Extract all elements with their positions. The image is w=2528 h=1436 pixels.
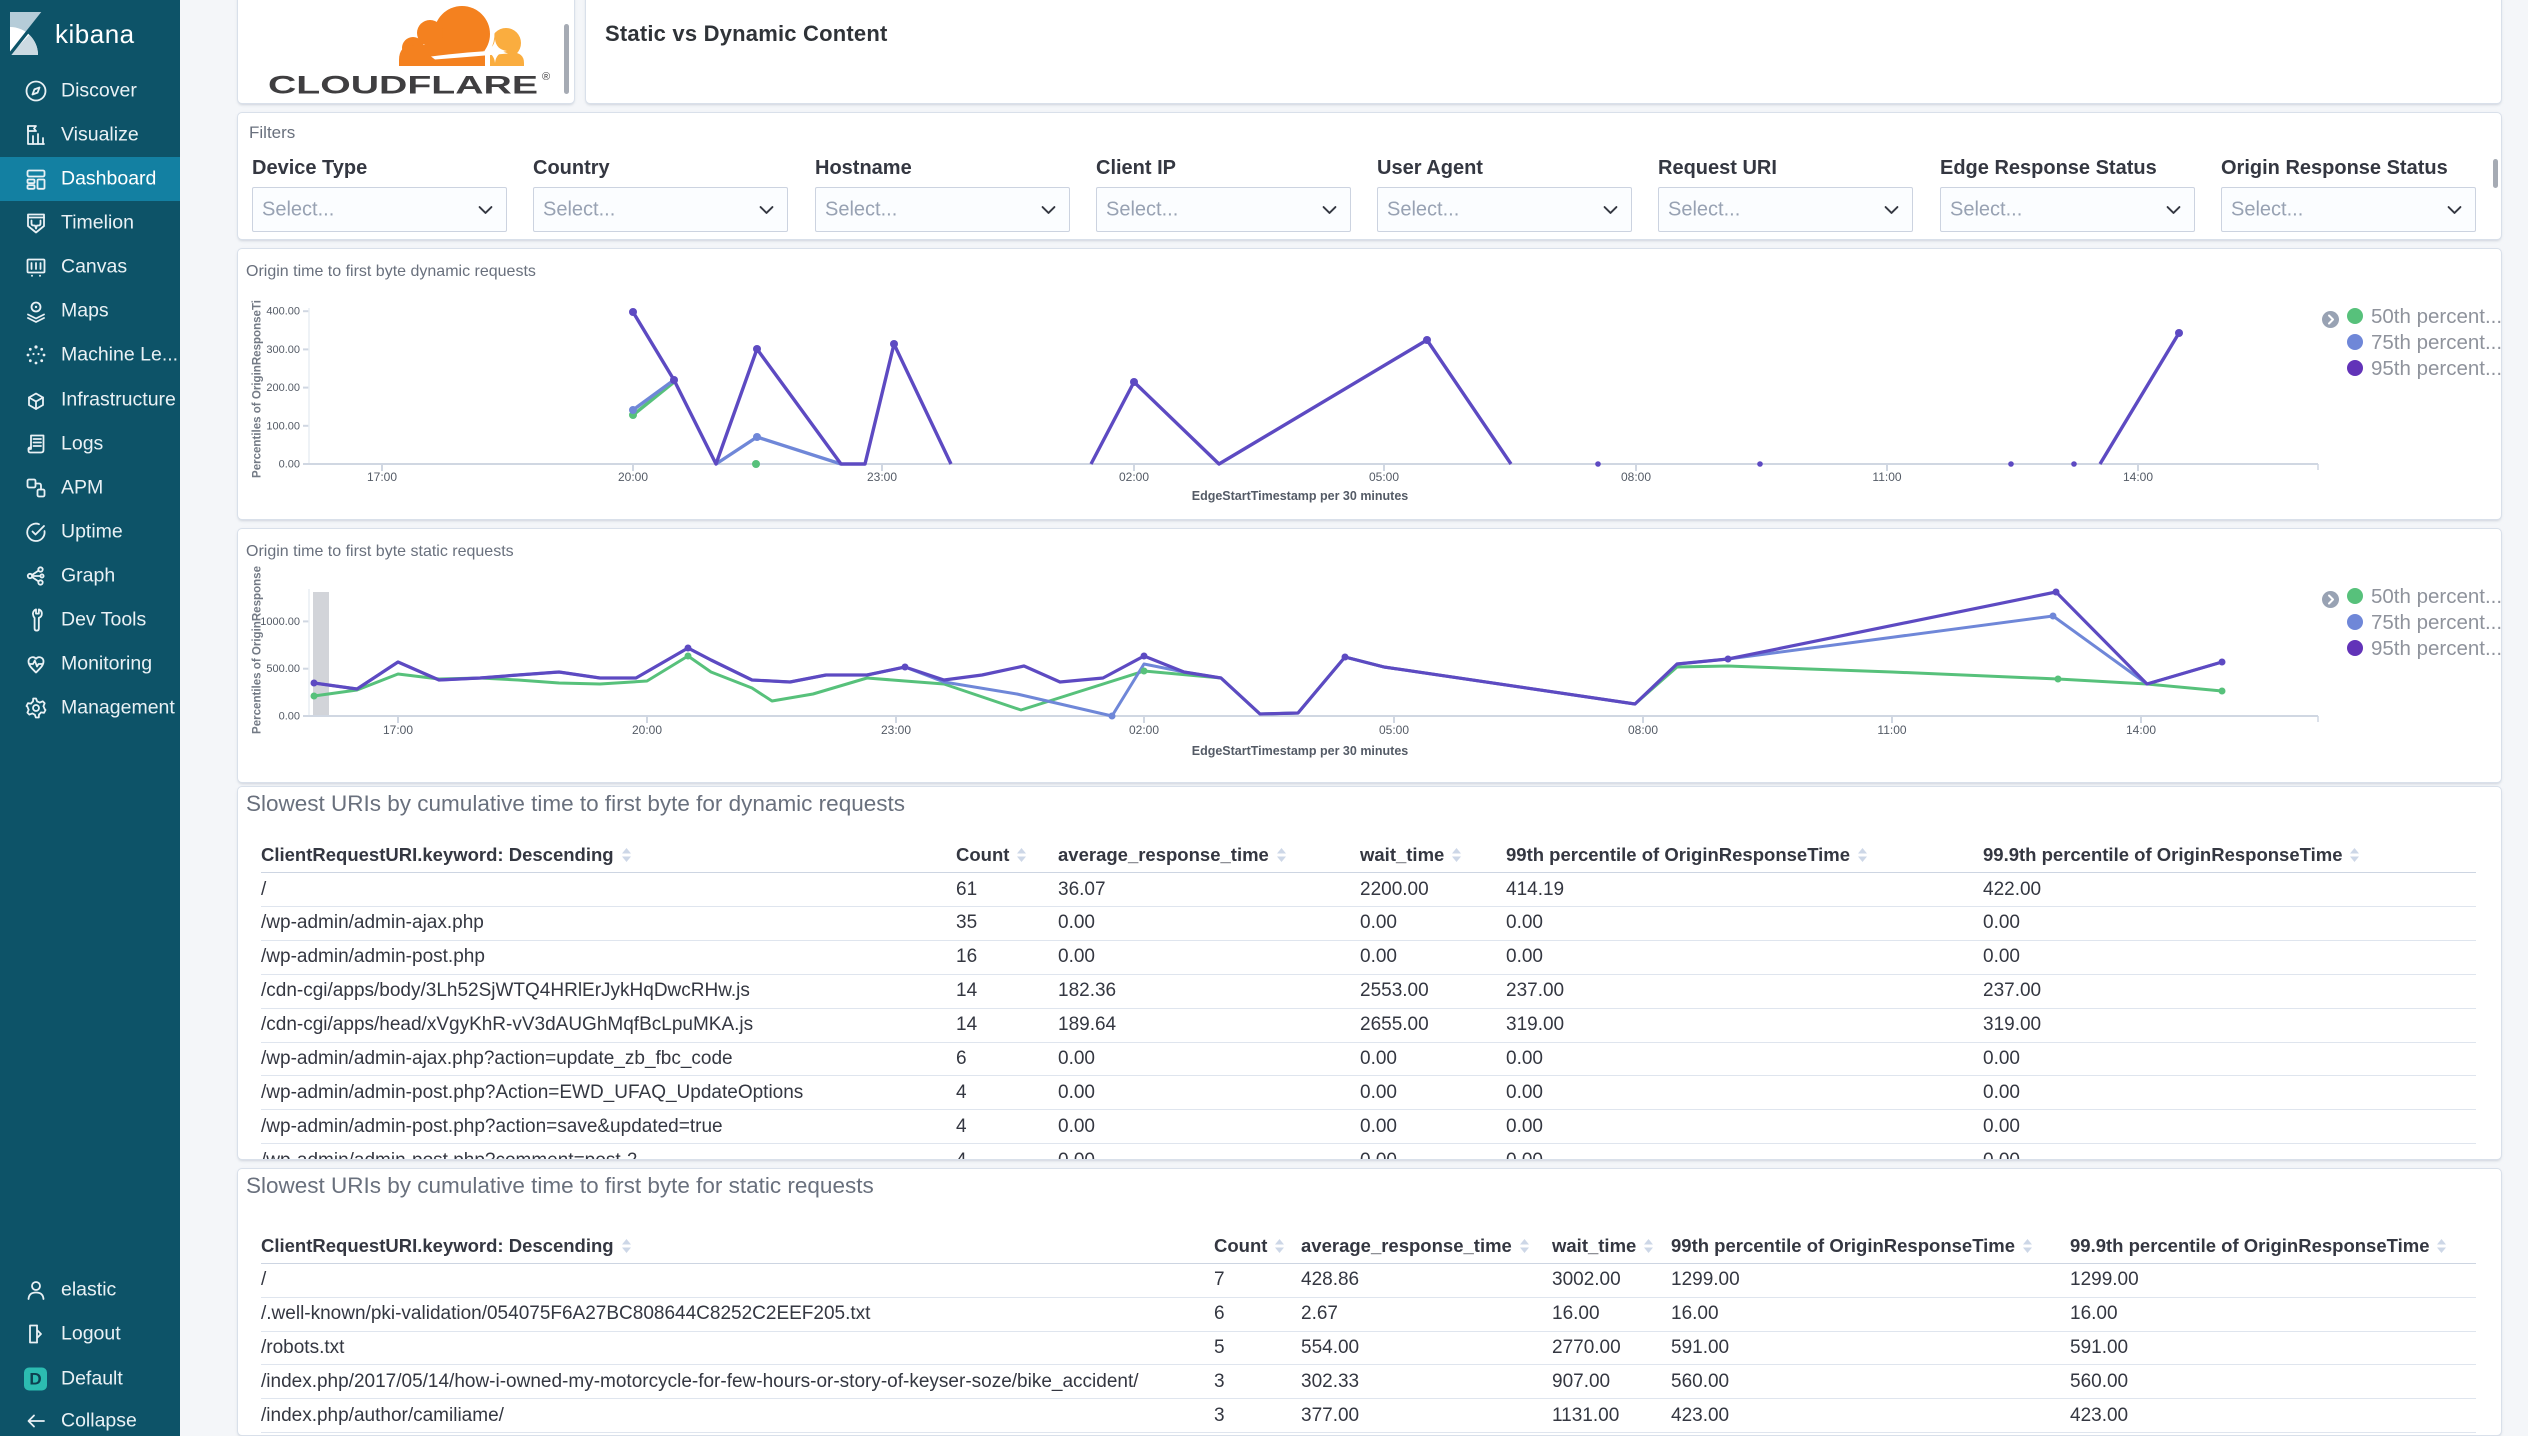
svg-text:EdgeStartTimestamp per 30 minu: EdgeStartTimestamp per 30 minutes — [1192, 744, 1409, 758]
svg-text:EdgeStartTimestamp per 30 minu: EdgeStartTimestamp per 30 minutes — [1192, 489, 1409, 503]
svg-text:0.00: 0.00 — [279, 711, 300, 723]
svg-text:0.00: 0.00 — [279, 459, 300, 471]
svg-text:100.00: 100.00 — [266, 420, 300, 432]
svg-text:500.00: 500.00 — [266, 663, 300, 675]
svg-text:20:00: 20:00 — [618, 470, 648, 484]
svg-text:Origin time to first byte dyna: Origin time to first byte dynamic reques… — [246, 263, 536, 280]
svg-text:®: ® — [542, 71, 550, 83]
svg-text:02:00: 02:00 — [1129, 723, 1159, 737]
svg-text:17:00: 17:00 — [367, 470, 397, 484]
svg-text:02:00: 02:00 — [1119, 470, 1149, 484]
svg-text:11:00: 11:00 — [1877, 723, 1906, 737]
svg-text:05:00: 05:00 — [1369, 470, 1399, 484]
svg-text:14:00: 14:00 — [2123, 470, 2153, 484]
svg-text:Percentiles of OriginResponseT: Percentiles of OriginResponseTi — [250, 300, 264, 478]
svg-text:300.00: 300.00 — [266, 344, 300, 356]
svg-text:23:00: 23:00 — [867, 470, 897, 484]
svg-text:17:00: 17:00 — [383, 723, 413, 737]
svg-text:Percentiles of OriginResponse: Percentiles of OriginResponse — [250, 566, 264, 734]
svg-text:08:00: 08:00 — [1621, 470, 1651, 484]
svg-text:Origin time to first byte stat: Origin time to first byte static request… — [246, 543, 514, 560]
svg-text:400.00: 400.00 — [266, 306, 300, 318]
svg-text:1000.00: 1000.00 — [260, 616, 300, 628]
svg-text:23:00: 23:00 — [881, 723, 911, 737]
svg-text:200.00: 200.00 — [266, 382, 300, 394]
svg-text:CLOUDFLARE: CLOUDFLARE — [268, 72, 538, 100]
svg-text:11:00: 11:00 — [1872, 470, 1901, 484]
svg-text:05:00: 05:00 — [1379, 723, 1409, 737]
svg-text:20:00: 20:00 — [632, 723, 662, 737]
svg-text:08:00: 08:00 — [1628, 723, 1658, 737]
svg-text:14:00: 14:00 — [2126, 723, 2156, 737]
